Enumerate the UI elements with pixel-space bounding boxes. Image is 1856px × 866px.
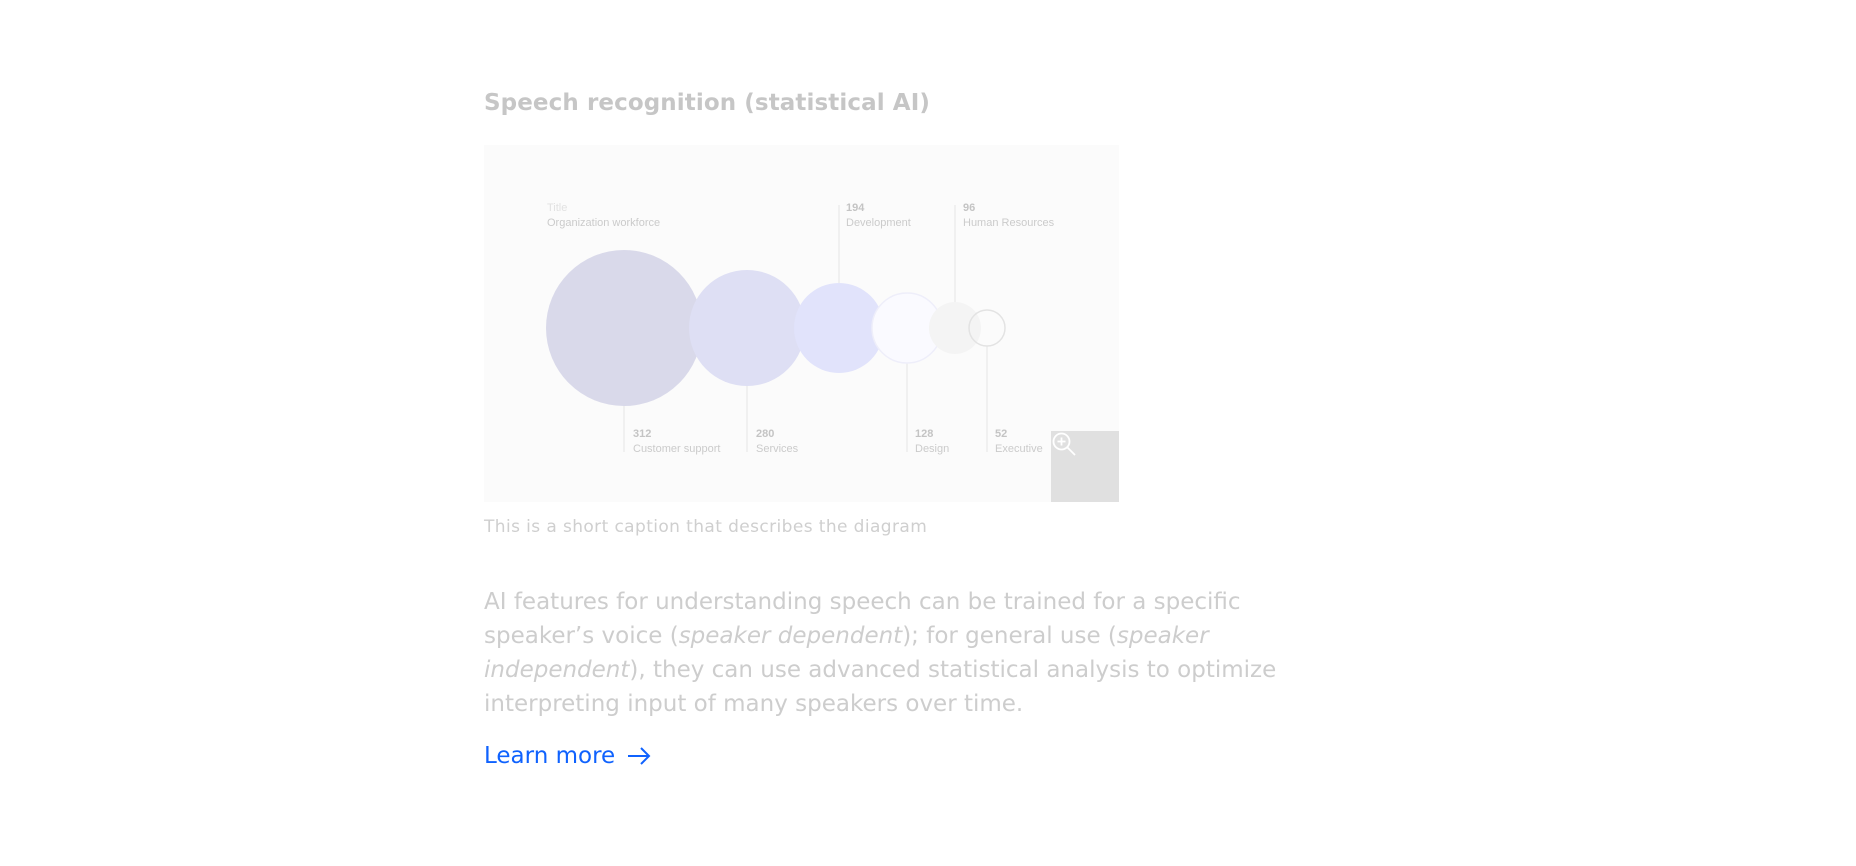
learn-more-link[interactable]: Learn more (484, 743, 651, 769)
label-customer-support: Customer support (633, 443, 720, 455)
label-executive: Executive (995, 443, 1043, 455)
body-emphasis: speaker dependent (678, 623, 903, 649)
body-paragraph: AI features for understanding speech can… (484, 585, 1324, 721)
diagram-title: Title (547, 202, 567, 214)
label-services: Services (756, 443, 799, 455)
bubble-services (689, 270, 805, 386)
value-customer-support: 312 (633, 428, 651, 440)
value-human-resources: 96 (963, 202, 975, 214)
diagram-figure: Title Organization workforce 194 Develop… (484, 145, 1119, 502)
arrow-right-icon (627, 746, 651, 766)
label-development: Development (846, 217, 911, 229)
bubble-development (794, 283, 884, 373)
zoom-button[interactable] (1051, 431, 1119, 502)
diagram-caption: This is a short caption that describes t… (484, 517, 928, 537)
body-text-part: ); for general use ( (902, 623, 1117, 649)
diagram-subtitle: Organization workforce (547, 217, 660, 229)
bubble-customer-support (546, 250, 702, 406)
bubble-human-resources (929, 302, 981, 354)
value-design: 128 (915, 428, 933, 440)
section-title: Speech recognition (statistical AI) (484, 90, 930, 116)
label-design: Design (915, 443, 949, 455)
value-executive: 52 (995, 428, 1007, 440)
label-human-resources: Human Resources (963, 217, 1055, 229)
value-services: 280 (756, 428, 774, 440)
bubble-diagram: Title Organization workforce 194 Develop… (546, 202, 1055, 455)
zoom-in-icon (1052, 432, 1076, 456)
value-development: 194 (846, 202, 865, 214)
learn-more-label: Learn more (484, 743, 616, 769)
